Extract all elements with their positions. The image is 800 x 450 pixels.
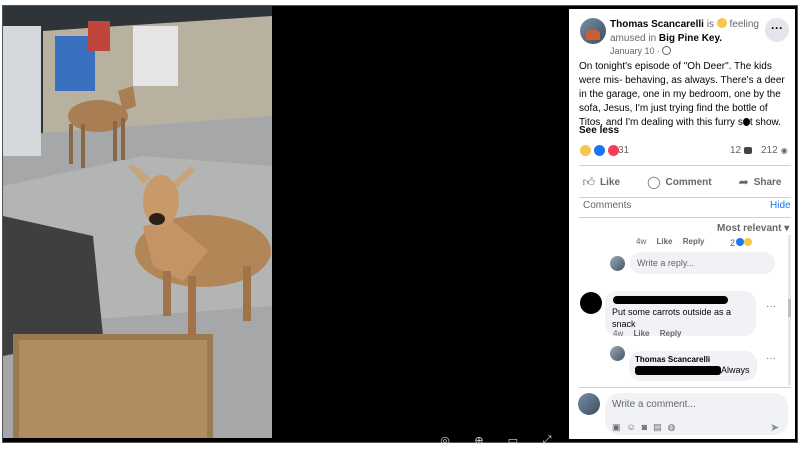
comment-button[interactable]: ◯ Comment <box>647 175 712 189</box>
comment-like-link[interactable]: Like <box>633 329 649 338</box>
redacted-reply-text <box>635 366 721 375</box>
prev-comment-reactions[interactable]: 2 <box>730 237 753 248</box>
redacted-commenter-name <box>613 296 728 304</box>
like-button[interactable]: 👍︎ Like <box>583 175 621 190</box>
sort-dropdown[interactable]: Most relevant ▾ <box>717 223 789 234</box>
author-line: Thomas Scancarelli is feeling amused in … <box>610 18 770 46</box>
hide-comments-link[interactable]: Hide <box>770 200 791 211</box>
share-arrow-icon: ➦ <box>738 175 749 189</box>
divider <box>579 387 791 388</box>
haha-reaction-icon <box>744 238 753 246</box>
avatar-sticker-icon[interactable]: ◍ <box>668 422 676 433</box>
like-reaction-icon <box>592 144 606 157</box>
emoji-icon[interactable]: ☺ <box>627 422 636 433</box>
write-comment-input[interactable]: Write a comment... <box>612 399 696 410</box>
viewer-controls: ◎ ⊕ ▭ ⤢ <box>439 434 553 447</box>
comment-reply-link[interactable]: Reply <box>660 329 682 338</box>
divider <box>579 197 791 198</box>
reply-author-name[interactable]: Thomas Scancarelli <box>635 355 710 364</box>
divider <box>579 165 791 166</box>
fullscreen-icon[interactable]: ⤢ <box>541 434 553 447</box>
reply-bubble: Thomas Scancarelli Always <box>629 351 757 381</box>
reactions-bar: 31 12 212 <box>579 143 789 159</box>
prev-comment-meta: 4w Like Reply <box>636 237 705 246</box>
sticker-icon[interactable]: ▣ <box>612 422 621 433</box>
deer-photo <box>3 6 272 438</box>
post-panel: Thomas Scancarelli is feeling amused in … <box>569 9 795 439</box>
post-text: On tonight's episode of "Oh Deer". The k… <box>579 61 785 128</box>
globe-icon <box>662 46 672 55</box>
reply-options-icon[interactable]: ··· <box>766 353 776 364</box>
user-avatar <box>610 256 625 271</box>
amused-emoji-icon <box>716 18 727 28</box>
reply-author-avatar[interactable] <box>610 346 625 361</box>
share-button[interactable]: ➦ Share <box>739 175 782 189</box>
comments-header: Comments <box>583 200 632 211</box>
redaction-mark <box>742 118 750 126</box>
see-less-link[interactable]: See less <box>579 125 619 136</box>
comment-meta: 4w Like Reply <box>613 329 682 338</box>
reply-text: Always <box>721 365 750 375</box>
divider <box>579 217 791 218</box>
post-header: Thomas Scancarelli is feeling amused in … <box>569 9 795 65</box>
share-count[interactable]: 212 <box>761 145 788 156</box>
reaction-icons[interactable] <box>579 144 620 160</box>
haha-reaction-icon <box>579 144 592 157</box>
post-actions: 👍︎ Like ◯ Comment ➦ Share <box>569 169 795 195</box>
author-name[interactable]: Thomas Scancarelli <box>610 19 704 30</box>
comment-count[interactable]: 12 <box>730 145 752 156</box>
post-date[interactable]: January 10 · <box>610 46 672 56</box>
prev-reply-link[interactable]: Reply <box>683 237 705 246</box>
zoom-icon[interactable]: ⊕ <box>473 434 485 447</box>
feeling-verb: is <box>706 19 714 30</box>
camera-icon[interactable]: ◙ <box>642 422 647 433</box>
reaction-count[interactable]: 31 <box>618 145 629 156</box>
author-avatar[interactable] <box>580 18 606 44</box>
scrollbar-thumb[interactable] <box>788 299 791 317</box>
comment-text: Put some carrots outside as a snack <box>612 307 732 329</box>
current-user-avatar <box>578 393 600 415</box>
like-reaction-icon <box>735 238 744 246</box>
write-reply-input[interactable]: Write a reply... <box>630 252 775 274</box>
composer-icons: ▣ ☺ ◙ ▤ ◍ <box>612 422 676 433</box>
tag-icon[interactable]: ◎ <box>439 434 451 447</box>
send-icon[interactable]: ➤ <box>770 421 779 434</box>
commenter-avatar[interactable] <box>580 292 602 314</box>
write-comment-box[interactable]: Write a comment... ▣ ☺ ◙ ▤ ◍ ➤ <box>605 393 788 435</box>
expand-icon[interactable]: ▭ <box>507 434 519 447</box>
comment-options-icon[interactable]: ··· <box>766 301 776 312</box>
gif-icon[interactable]: ▤ <box>653 422 662 433</box>
speech-bubble-icon: ◯ <box>647 175 661 189</box>
prev-like-link[interactable]: Like <box>656 237 672 246</box>
more-options-button[interactable]: ··· <box>765 18 789 42</box>
thumbs-up-icon: 👍︎ <box>582 174 596 189</box>
location-link[interactable]: Big Pine Key. <box>659 33 722 44</box>
